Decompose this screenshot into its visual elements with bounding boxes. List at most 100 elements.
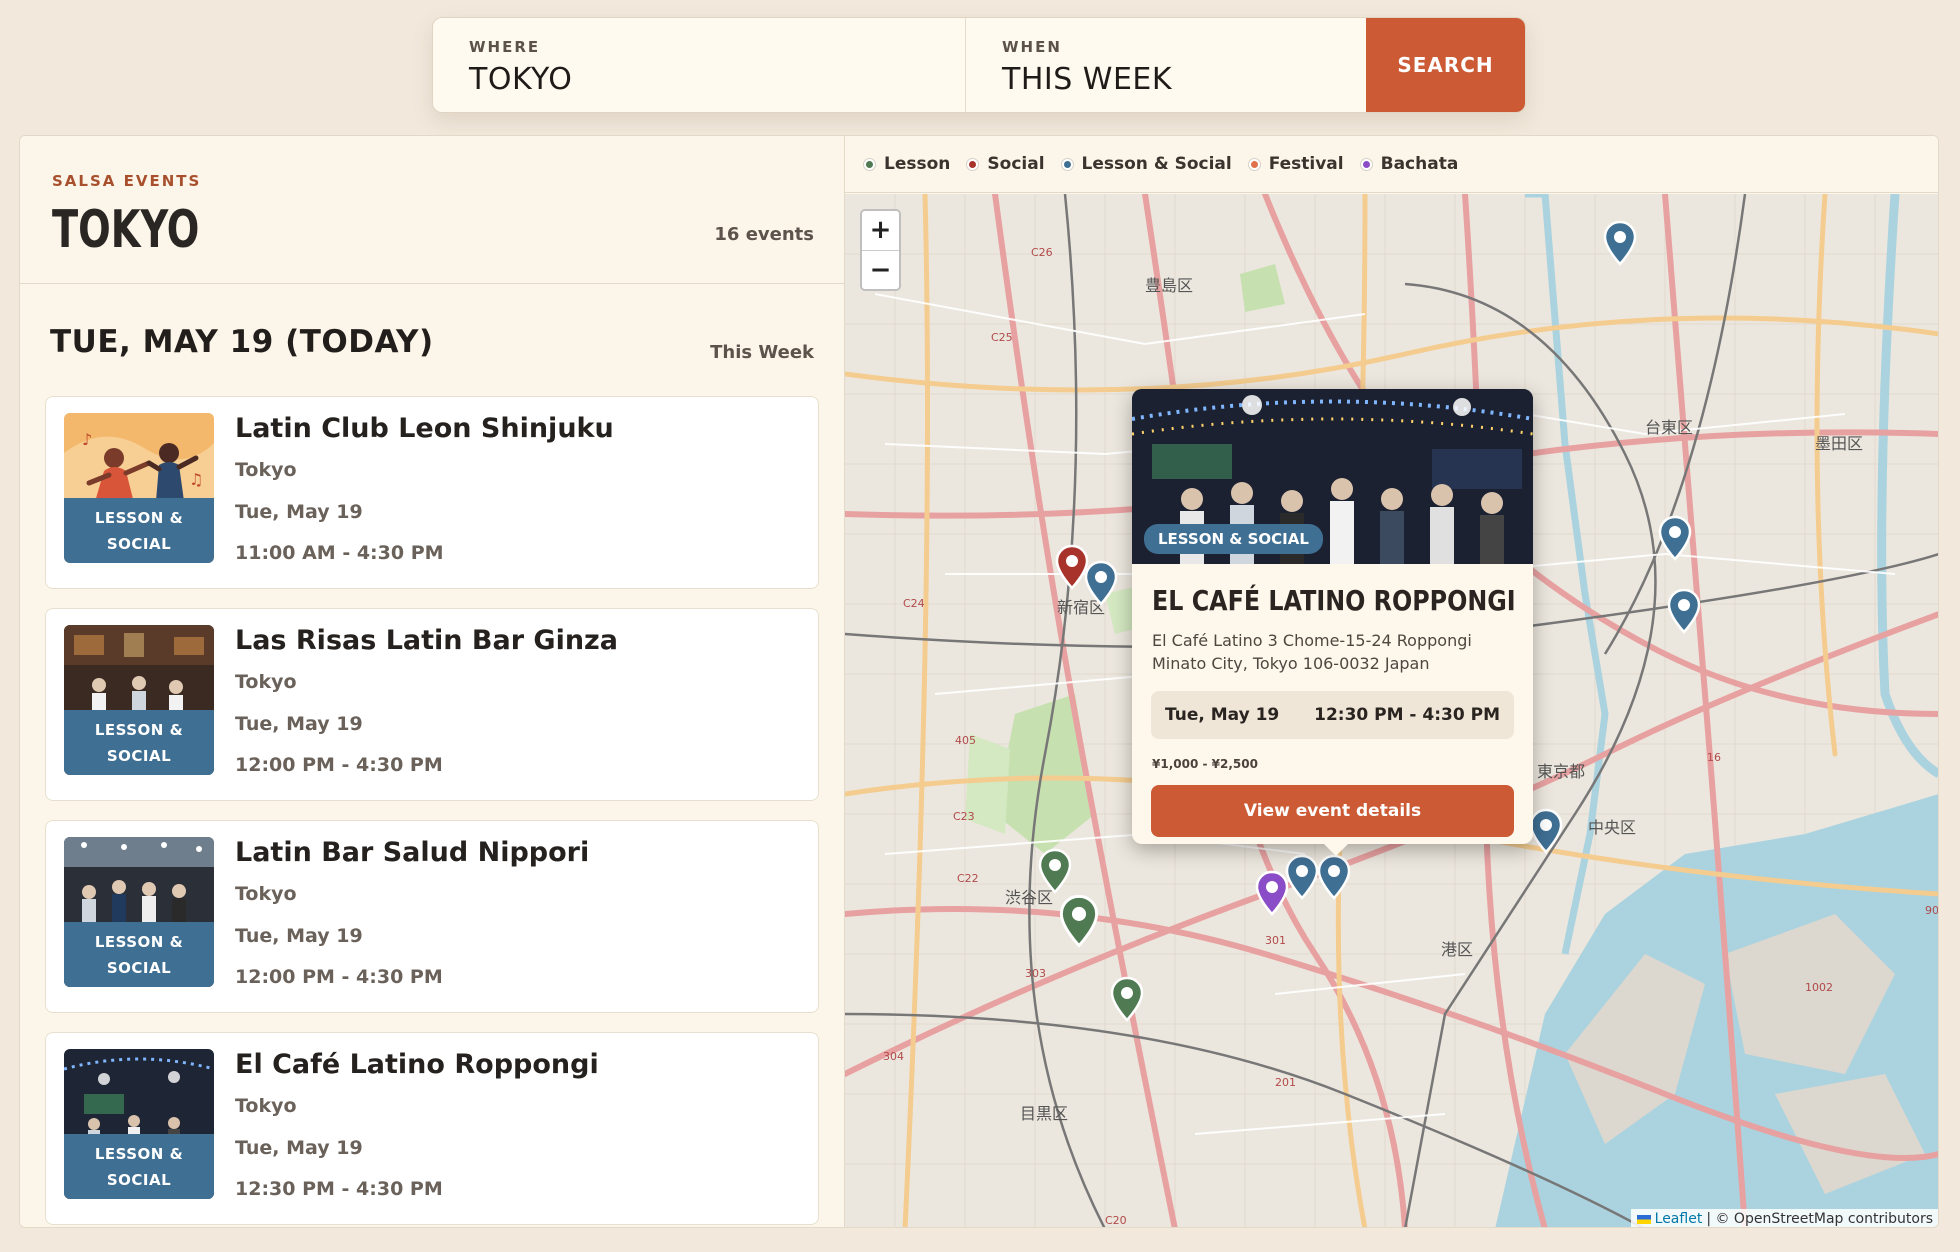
map-pin-lesson-icon[interactable]	[1038, 848, 1072, 894]
event-name[interactable]: Latin Bar Salud Nippori	[235, 837, 589, 868]
ukraine-flag-icon	[1636, 1214, 1651, 1224]
svg-text:♫: ♫	[189, 470, 203, 489]
where-value[interactable]: TOKYO	[469, 62, 929, 97]
map-label: C24	[903, 597, 925, 610]
city-header: SALSA EVENTS TOKYO 16 events	[20, 136, 844, 284]
event-time: 11:00 AM - 4:30 PM	[235, 542, 444, 564]
legend-item-lesson: Lesson	[864, 154, 950, 174]
event-list-column: SALSA EVENTS TOKYO 16 events TUE, MAY 19…	[20, 136, 845, 1227]
event-date: Tue, May 19	[235, 1137, 363, 1159]
event-count: 16 events	[714, 224, 814, 245]
when-value[interactable]: THIS WEEK	[1002, 62, 1330, 97]
event-name[interactable]: El Café Latino Roppongi	[235, 1049, 599, 1080]
event-thumbnail: LESSON & SOCIAL	[64, 625, 214, 775]
map-label: 906	[1925, 904, 1939, 917]
day-header: TUE, MAY 19 (TODAY) This Week	[20, 284, 844, 396]
badge-line: SOCIAL	[106, 535, 172, 553]
event-date: Tue, May 19	[235, 925, 363, 947]
popup-event-type-badge: LESSON & SOCIAL	[1144, 524, 1323, 554]
view-event-details-button[interactable]: View event details	[1151, 785, 1514, 837]
event-card[interactable]: LESSON & SOCIAL El Café Latino Roppongi …	[45, 1032, 819, 1225]
map-pin-lesson-social-icon[interactable]	[1658, 515, 1692, 561]
map-label: 304	[883, 1050, 904, 1063]
badge-line: SOCIAL	[106, 747, 172, 765]
map-pin-bachata-icon[interactable]	[1255, 870, 1289, 916]
map-attribution: Leaflet | © OpenStreetMap contributors	[1630, 1209, 1938, 1227]
legend-dot-icon	[864, 158, 875, 170]
map-label: 201	[1275, 1076, 1296, 1089]
legend-dot-icon	[1248, 158, 1260, 170]
map-label: C22	[957, 872, 979, 885]
popup-tip	[1322, 842, 1350, 856]
event-time: 12:00 PM - 4:30 PM	[235, 754, 443, 776]
svg-text:♪: ♪	[82, 430, 92, 449]
map-legend: Lesson Social Lesson & Social Festival B…	[845, 136, 1938, 193]
event-type-badge: LESSON & SOCIAL	[64, 1134, 214, 1199]
event-date: Tue, May 19	[235, 713, 363, 735]
popup-time: 12:30 PM - 4:30 PM	[1314, 705, 1500, 725]
map-pin-lesson-social-icon[interactable]	[1317, 854, 1351, 900]
event-thumbnail: LESSON & SOCIAL	[64, 837, 214, 987]
attribution-text: | © OpenStreetMap contributors	[1706, 1211, 1933, 1227]
address-line: El Café Latino 3 Chome-15-24 Roppongi	[1152, 631, 1472, 650]
where-field[interactable]: WHERE TOKYO	[433, 18, 966, 112]
day-title: TUE, MAY 19 (TODAY)	[50, 324, 434, 360]
when-label: WHEN	[1002, 38, 1062, 56]
map-pin-lesson-social-icon[interactable]	[1084, 560, 1118, 606]
legend-item-social: Social	[967, 154, 1045, 174]
badge-line: SOCIAL	[106, 959, 172, 977]
event-name[interactable]: Latin Club Leon Shinjuku	[235, 413, 614, 444]
badge-line: LESSON &	[94, 721, 184, 739]
event-name[interactable]: Las Risas Latin Bar Ginza	[235, 625, 618, 656]
event-type-badge: LESSON & SOCIAL	[64, 498, 214, 563]
event-city: Tokyo	[235, 883, 297, 905]
badge-line: LESSON &	[94, 933, 184, 951]
map-pin-lesson-icon[interactable]	[1110, 976, 1144, 1022]
map-label: C20	[1105, 1214, 1127, 1227]
popup-title: EL CAFÉ LATINO ROPPONGI	[1152, 584, 1516, 617]
event-type-badge: LESSON & SOCIAL	[64, 922, 214, 987]
event-popup: LESSON & SOCIAL EL CAFÉ LATINO ROPPONGI …	[1132, 389, 1533, 844]
legend-item-lesson-social: Lesson & Social	[1061, 154, 1232, 174]
event-card[interactable]: ♪ ♫ LESSON & SOCIAL Latin Club Leon Shin…	[45, 396, 819, 589]
map-pin-lesson-social-icon[interactable]	[1667, 588, 1701, 634]
event-city: Tokyo	[235, 1095, 297, 1117]
legend-dot-icon	[967, 158, 979, 170]
event-city: Tokyo	[235, 459, 297, 481]
zoom-control: + −	[860, 209, 901, 291]
address-line: Minato City, Tokyo 106-0032 Japan	[1152, 654, 1430, 673]
results-panel: SALSA EVENTS TOKYO 16 events TUE, MAY 19…	[19, 135, 1939, 1228]
leaflet-link[interactable]: Leaflet	[1655, 1211, 1703, 1227]
zoom-in-button[interactable]: +	[862, 211, 899, 250]
map-pin-lesson-social-icon[interactable]	[1529, 808, 1563, 854]
search-button[interactable]: SEARCH	[1366, 18, 1525, 112]
event-type-badge: LESSON & SOCIAL	[64, 710, 214, 775]
event-card[interactable]: LESSON & SOCIAL Las Risas Latin Bar Ginz…	[45, 608, 819, 801]
map-label: C25	[991, 331, 1013, 344]
map-pin-lesson-social-icon[interactable]	[1285, 854, 1319, 900]
day-tag: This Week	[710, 342, 814, 363]
page-title: TOKYO	[52, 200, 200, 260]
badge-line: LESSON &	[94, 509, 184, 527]
map-label: 405	[955, 734, 976, 747]
zoom-out-button[interactable]: −	[862, 250, 899, 289]
when-field[interactable]: WHEN THIS WEEK	[966, 18, 1366, 112]
event-card[interactable]: LESSON & SOCIAL Latin Bar Salud Nippori …	[45, 820, 819, 1013]
popup-date: Tue, May 19	[1165, 705, 1280, 725]
map-pin-lesson-social-icon[interactable]	[1603, 220, 1637, 266]
popup-datetime: Tue, May 19 12:30 PM - 4:30 PM	[1151, 691, 1514, 739]
event-list: ♪ ♫ LESSON & SOCIAL Latin Club Leon Shin…	[20, 396, 844, 1225]
popup-photo: LESSON & SOCIAL	[1132, 389, 1533, 564]
page-kicker: SALSA EVENTS	[52, 172, 202, 190]
badge-line: SOCIAL	[106, 1171, 172, 1189]
search-bar: WHERE TOKYO WHEN THIS WEEK SEARCH	[432, 17, 1526, 113]
legend-label: Festival	[1268, 154, 1344, 174]
event-thumbnail: ♪ ♫ LESSON & SOCIAL	[64, 413, 214, 563]
legend-dot-icon	[1360, 158, 1372, 170]
map-label: 16	[1707, 751, 1721, 764]
event-map[interactable]: C26 C25 C24 405 C23 C22 303 304 C20 301 …	[845, 194, 1939, 1227]
event-time: 12:30 PM - 4:30 PM	[235, 1178, 443, 1200]
legend-label: Lesson	[884, 154, 951, 174]
event-thumbnail: LESSON & SOCIAL	[64, 1049, 214, 1199]
map-pin-lesson-icon[interactable]	[1059, 894, 1099, 948]
